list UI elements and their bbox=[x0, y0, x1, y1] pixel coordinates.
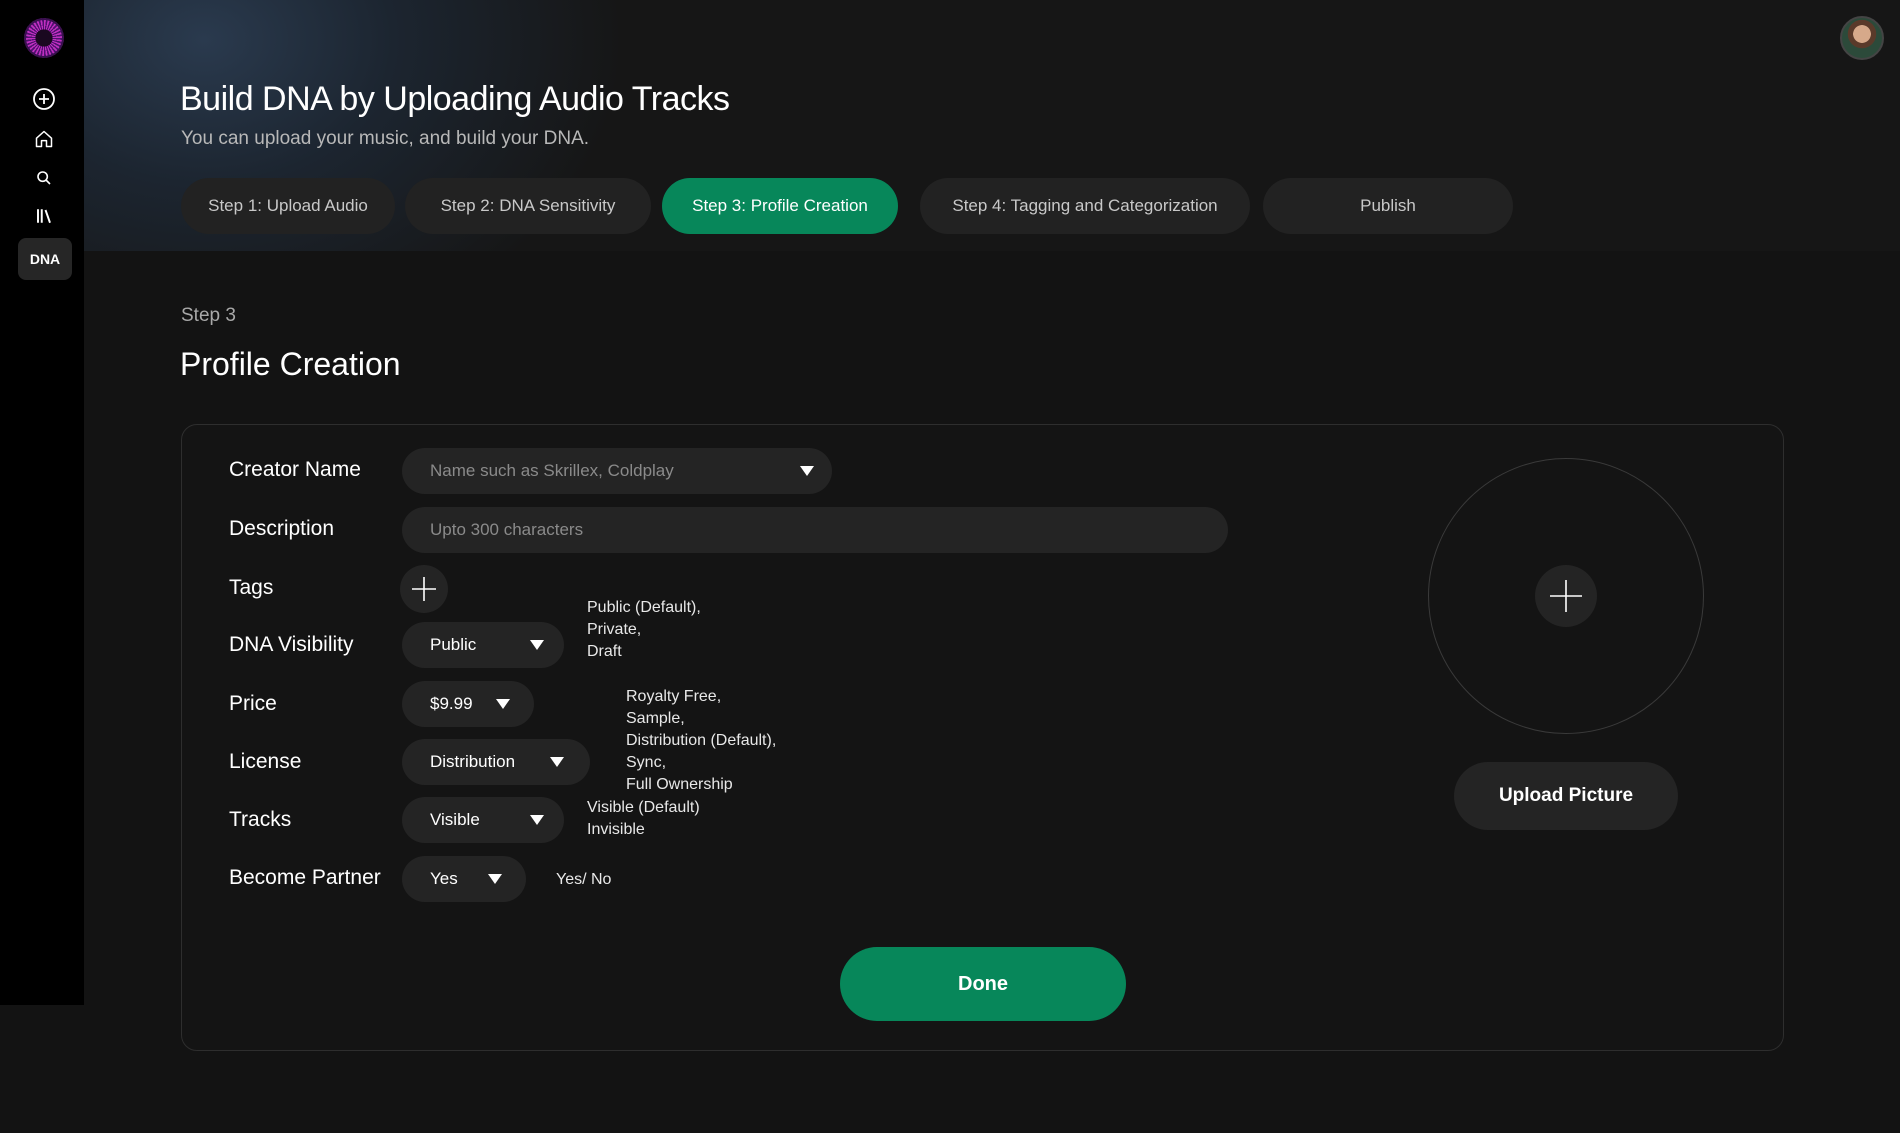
chevron-down-icon bbox=[800, 466, 814, 476]
creator-name-field[interactable]: Name such as Skrillex, Coldplay bbox=[402, 448, 832, 494]
description-label: Description bbox=[229, 517, 335, 540]
home-icon[interactable] bbox=[26, 121, 62, 157]
chevron-down-icon bbox=[550, 757, 564, 767]
tags-label: Tags bbox=[229, 576, 274, 599]
price-value: $9.99 bbox=[430, 694, 473, 713]
search-icon[interactable] bbox=[26, 160, 62, 196]
avatar[interactable] bbox=[1840, 16, 1884, 60]
add-icon[interactable] bbox=[26, 81, 62, 117]
price-select[interactable]: $9.99 bbox=[402, 681, 534, 727]
tracks-options-note: Visible (Default) Invisible bbox=[587, 797, 700, 841]
price-label: Price bbox=[229, 692, 277, 715]
tab-step-3[interactable]: Step 3: Profile Creation bbox=[662, 178, 898, 234]
become-partner-note: Yes/ No bbox=[556, 871, 612, 888]
option-text: Visible (Default) bbox=[587, 799, 700, 816]
page-title: Build DNA by Uploading Audio Tracks bbox=[180, 80, 730, 118]
become-partner-label: Become Partner bbox=[229, 866, 381, 889]
add-picture-button[interactable] bbox=[1535, 565, 1597, 627]
license-label: License bbox=[229, 750, 302, 773]
done-button[interactable]: Done bbox=[840, 947, 1126, 1021]
option-text: Sample, bbox=[626, 710, 685, 727]
add-tag-button[interactable] bbox=[400, 565, 448, 613]
tab-step-1[interactable]: Step 1: Upload Audio bbox=[181, 178, 395, 234]
chevron-down-icon bbox=[488, 874, 502, 884]
plus-icon bbox=[412, 577, 436, 601]
step-label: Step 3 bbox=[181, 305, 236, 326]
creator-name-label: Creator Name bbox=[229, 458, 361, 481]
creator-name-placeholder: Name such as Skrillex, Coldplay bbox=[430, 461, 674, 480]
tab-publish[interactable]: Publish bbox=[1263, 178, 1513, 234]
description-field[interactable]: Upto 300 characters bbox=[402, 507, 1228, 553]
upload-picture-button[interactable]: Upload Picture bbox=[1454, 762, 1678, 830]
tracks-value: Visible bbox=[430, 810, 480, 829]
sidebar-item-label: DNA bbox=[29, 251, 61, 267]
tracks-label: Tracks bbox=[229, 808, 292, 831]
page-subtitle: You can upload your music, and build you… bbox=[181, 128, 590, 149]
option-text: Sync, bbox=[626, 754, 667, 771]
chevron-down-icon bbox=[530, 815, 544, 825]
become-partner-value: Yes bbox=[430, 869, 458, 888]
option-text: Full Ownership bbox=[626, 776, 733, 793]
option-text: Draft bbox=[587, 643, 622, 660]
chevron-down-icon bbox=[496, 699, 510, 709]
dna-visibility-label: DNA Visibility bbox=[229, 633, 354, 656]
option-text: Distribution (Default), bbox=[626, 732, 777, 749]
logo[interactable] bbox=[24, 18, 64, 58]
option-text: Public (Default), bbox=[587, 599, 701, 616]
option-text: Private, bbox=[587, 621, 642, 638]
dna-visibility-select[interactable]: Public bbox=[402, 622, 564, 668]
dna-visibility-value: Public bbox=[430, 635, 477, 654]
become-partner-select[interactable]: Yes bbox=[402, 856, 526, 902]
chevron-down-icon bbox=[530, 640, 544, 650]
tab-step-4[interactable]: Step 4: Tagging and Categorization bbox=[920, 178, 1250, 234]
option-text: Royalty Free, bbox=[626, 688, 722, 705]
library-icon[interactable] bbox=[26, 198, 62, 234]
dna-visibility-options-note: Public (Default), Private, Draft bbox=[587, 597, 701, 663]
plus-icon bbox=[1550, 580, 1582, 612]
license-select[interactable]: Distribution bbox=[402, 739, 590, 785]
tracks-select[interactable]: Visible bbox=[402, 797, 564, 843]
sidebar-item-dna[interactable]: DNA bbox=[18, 238, 72, 280]
option-text: Invisible bbox=[587, 821, 645, 838]
description-placeholder: Upto 300 characters bbox=[430, 520, 584, 539]
section-title: Profile Creation bbox=[180, 346, 401, 382]
sidebar: DNA bbox=[0, 0, 84, 1005]
tab-step-2[interactable]: Step 2: DNA Sensitivity bbox=[405, 178, 651, 234]
license-value: Distribution bbox=[430, 752, 516, 771]
license-options-note: Royalty Free, Sample, Distribution (Defa… bbox=[626, 686, 776, 796]
